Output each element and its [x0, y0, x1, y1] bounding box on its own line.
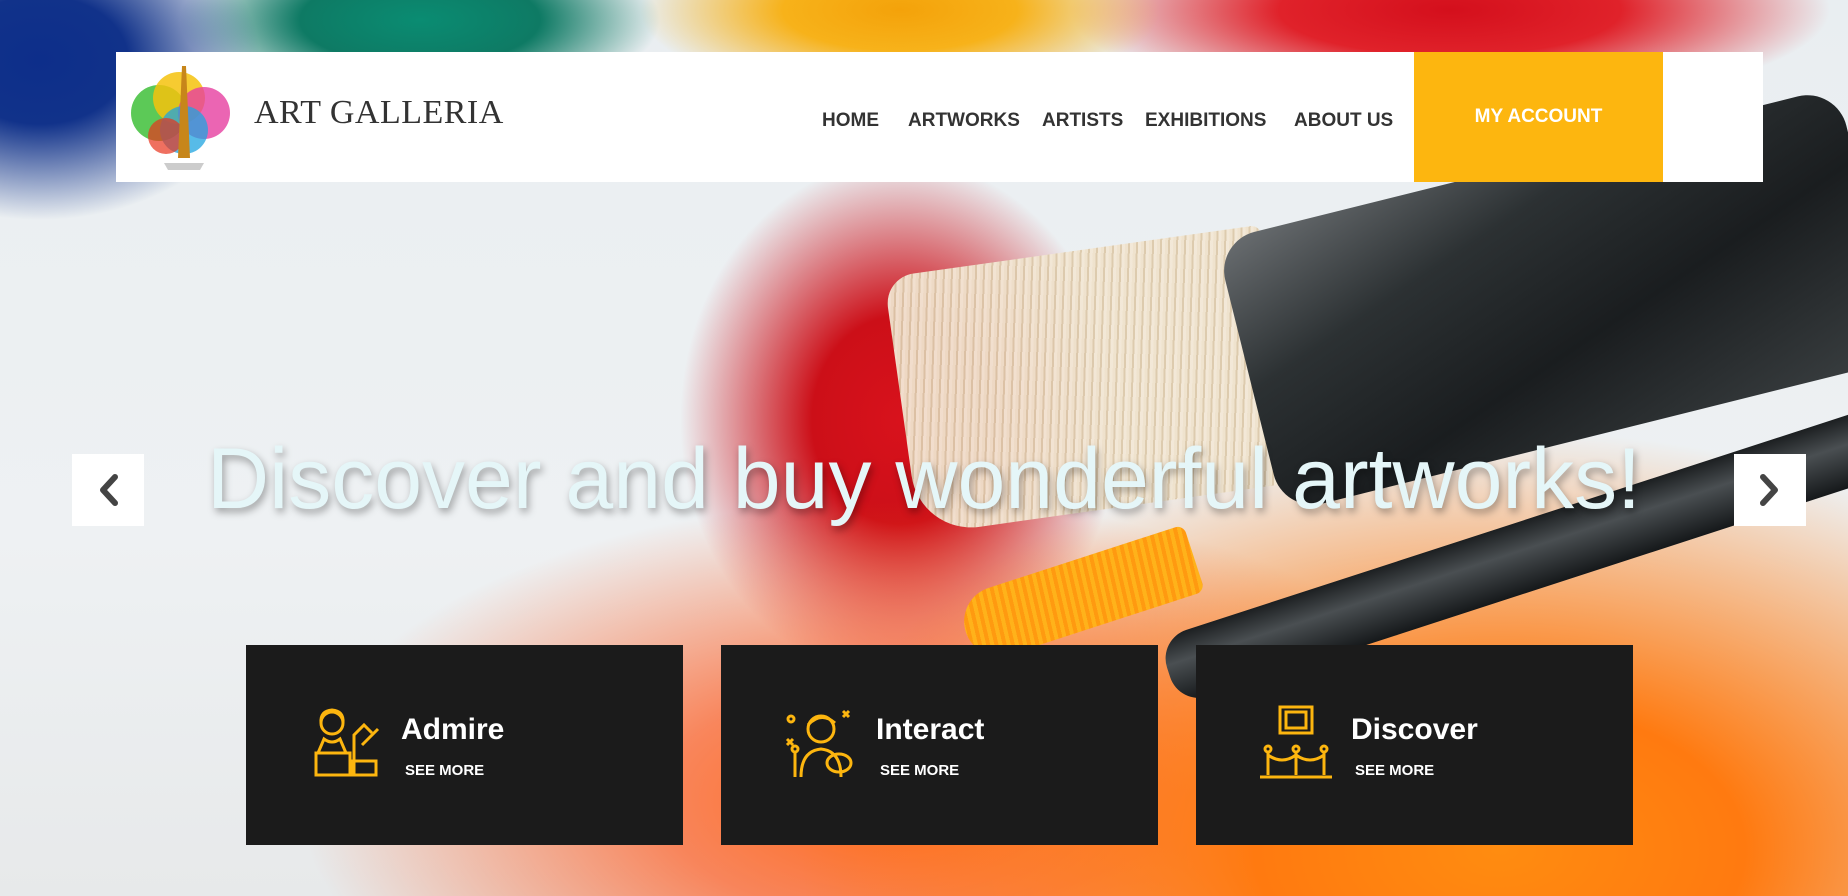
- logo-icon[interactable]: [124, 58, 242, 176]
- see-more-link[interactable]: SEE MORE: [880, 762, 959, 779]
- nav-exhibitions[interactable]: EXHIBITIONS: [1145, 110, 1266, 132]
- statue-icon: [306, 705, 386, 785]
- site-header: ART GALLERIA HOME ARTWORKS ARTISTS EXHIB…: [116, 52, 1763, 182]
- see-more-link[interactable]: SEE MORE: [1355, 762, 1434, 779]
- chevron-right-icon: [1760, 474, 1778, 506]
- my-account-button[interactable]: MY ACCOUNT: [1414, 52, 1663, 182]
- card-title: Discover: [1351, 713, 1478, 746]
- nav-home[interactable]: HOME: [822, 110, 879, 132]
- gallery-frame-icon: [1256, 705, 1336, 785]
- feature-card-admire[interactable]: Admire SEE MORE: [246, 645, 683, 845]
- nav-artworks[interactable]: ARTWORKS: [908, 110, 1020, 132]
- brand-name[interactable]: ART GALLERIA: [254, 94, 504, 132]
- see-more-link[interactable]: SEE MORE: [405, 762, 484, 779]
- hero-headline: Discover and buy wonderful artworks!: [207, 431, 1641, 527]
- nav-artists[interactable]: ARTISTS: [1042, 110, 1123, 132]
- feature-card-discover[interactable]: Discover SEE MORE: [1196, 645, 1633, 845]
- carousel-next-button[interactable]: [1734, 454, 1806, 526]
- card-title: Admire: [401, 713, 505, 746]
- nav-about-us[interactable]: ABOUT US: [1294, 110, 1393, 132]
- feature-card-interact[interactable]: Interact SEE MORE: [721, 645, 1158, 845]
- artist-icon: [781, 705, 861, 785]
- card-title: Interact: [876, 713, 985, 746]
